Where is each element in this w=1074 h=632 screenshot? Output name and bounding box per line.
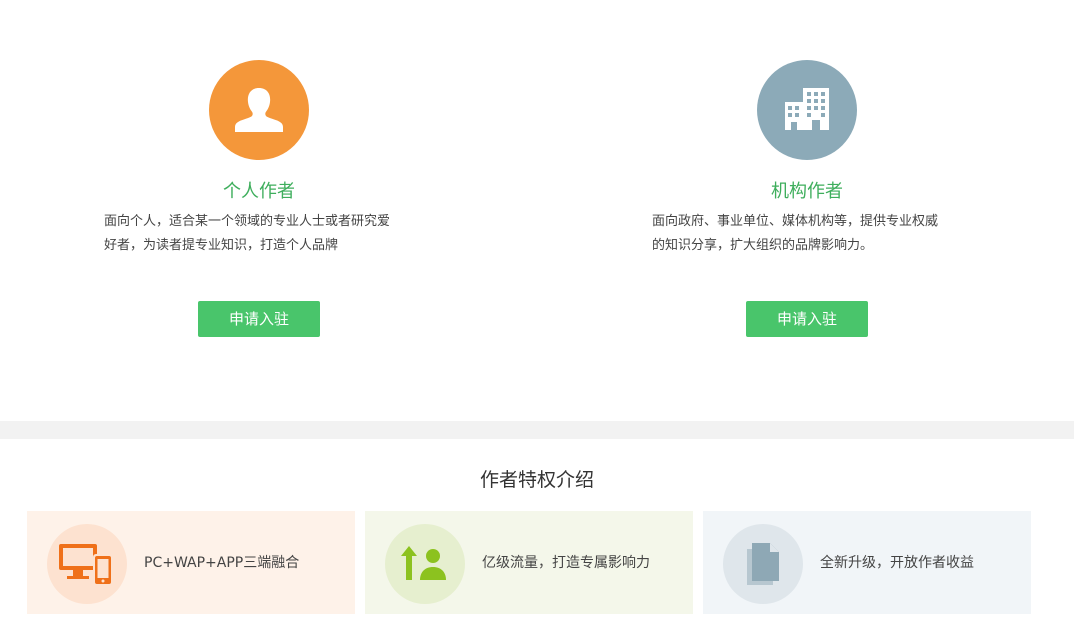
privilege-label: 亿级流量，打造专属影响力: [482, 555, 650, 571]
personal-icon-circle: [209, 60, 309, 160]
personal-author-description: 面向个人，适合某一个领域的专业人士或者研究爱 好者，为读者提专业知识，打造个人品…: [104, 210, 416, 258]
privilege-item-traffic: 亿级流量，打造专属影响力: [365, 511, 693, 614]
personal-author-card: 个人作者 面向个人，适合某一个领域的专业人士或者研究爱 好者，为读者提专业知识，…: [94, 0, 424, 421]
org-apply-button[interactable]: 申请入驻: [746, 301, 868, 337]
document-icon: [747, 543, 779, 585]
person-icon: [235, 88, 283, 132]
org-author-card: 机构作者 面向政府、事业单位、媒体机构等，提供专业权威 的知识分享，扩大组织的品…: [642, 0, 972, 421]
privilege-item-multiplatform: PC+WAP+APP三端融合: [27, 511, 355, 614]
building-icon: [785, 88, 829, 130]
org-icon-circle: [757, 60, 857, 160]
org-desc-line-2: 的知识分享，扩大组织的品牌影响力。: [652, 238, 874, 253]
personal-author-title: 个人作者: [223, 181, 295, 202]
personal-desc-line-2: 好者，为读者提专业知识，打造个人品牌: [104, 238, 339, 253]
author-type-section: 个人作者 面向个人，适合某一个领域的专业人士或者研究爱 好者，为读者提专业知识，…: [0, 0, 1074, 421]
org-desc-line-1: 面向政府、事业单位、媒体机构等，提供专业权威: [652, 214, 939, 229]
privilege-icon-circle: [723, 524, 803, 604]
privilege-icon-circle: [385, 524, 465, 604]
growth-user-icon: [401, 546, 446, 580]
personal-apply-button[interactable]: 申请入驻: [198, 301, 320, 337]
privilege-label: PC+WAP+APP三端融合: [144, 555, 300, 571]
privilege-item-revenue: 全新升级，开放作者收益: [703, 511, 1031, 614]
devices-icon: [59, 544, 113, 586]
org-author-title: 机构作者: [771, 181, 843, 202]
privilege-label: 全新升级，开放作者收益: [820, 555, 974, 571]
org-author-description: 面向政府、事业单位、媒体机构等，提供专业权威 的知识分享，扩大组织的品牌影响力。: [652, 210, 964, 258]
privilege-icon-circle: [47, 524, 127, 604]
personal-desc-line-1: 面向个人，适合某一个领域的专业人士或者研究爱: [104, 214, 391, 229]
privileges-title: 作者特权介绍: [479, 469, 594, 491]
section-divider: [0, 421, 1074, 439]
